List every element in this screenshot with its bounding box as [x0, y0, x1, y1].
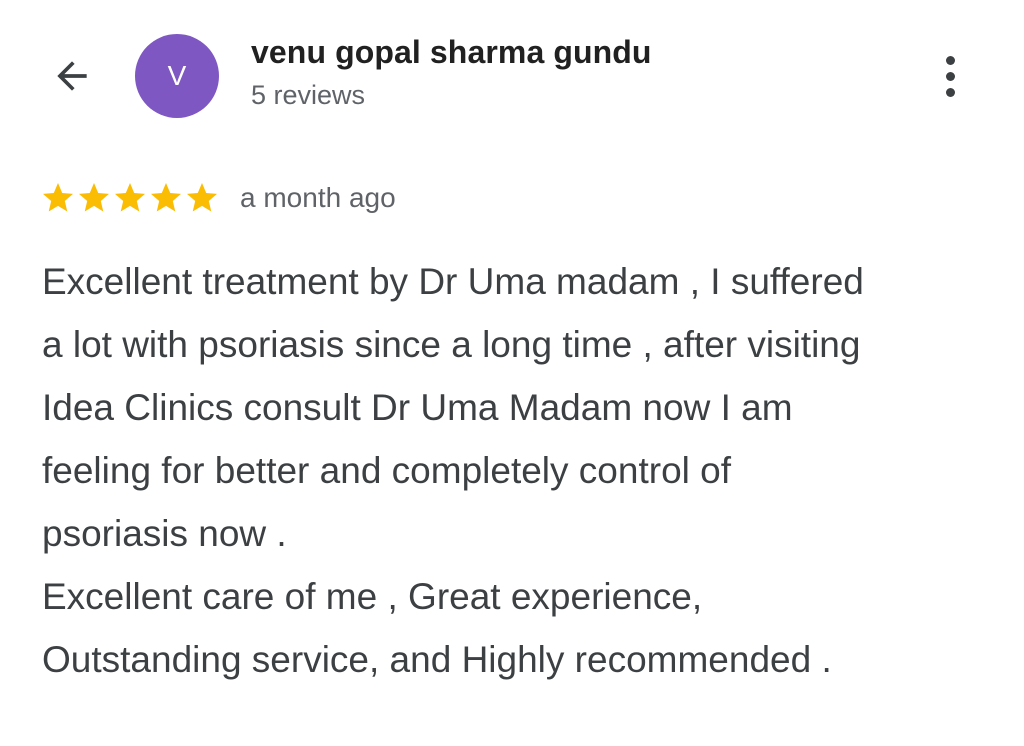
review-text-line: a lot with psoriasis since a long time ,…: [42, 324, 861, 365]
review-header: V venu gopal sharma gundu 5 reviews: [0, 0, 1024, 150]
rating-row: a month ago: [40, 178, 396, 218]
arrow-back-icon: [57, 61, 87, 91]
review-text-line: feeling for better and completely contro…: [42, 450, 731, 491]
review-count: 5 reviews: [251, 80, 366, 110]
review-text-line: psoriasis now .: [42, 513, 287, 554]
review-text: Excellent treatment by Dr Uma madam , I …: [42, 250, 1002, 691]
more-options-button[interactable]: [930, 50, 970, 102]
star-icon: [115, 183, 145, 212]
star-rating: [40, 180, 220, 216]
back-button[interactable]: [44, 50, 100, 102]
more-vert-icon-dot: [945, 87, 955, 97]
reviewer-name[interactable]: venu gopal sharma gundu: [251, 34, 652, 71]
star-icon: [43, 183, 73, 212]
star-icon: [79, 183, 109, 212]
avatar[interactable]: V: [135, 34, 219, 118]
star-icon: [151, 183, 181, 212]
review-timestamp: a month ago: [240, 182, 396, 213]
more-vert-icon: [945, 55, 955, 65]
star-icon: [187, 183, 217, 212]
review-text-line: Outstanding service, and Highly recommen…: [42, 639, 832, 680]
review-text-line: Excellent treatment by Dr Uma madam , I …: [42, 261, 864, 302]
avatar-letter: V: [167, 60, 187, 91]
review-detail-screen: V venu gopal sharma gundu 5 reviews a mo…: [0, 0, 1024, 746]
review-text-line: Excellent care of me , Great experience,: [42, 576, 703, 617]
review-text-line: Idea Clinics consult Dr Uma Madam now I …: [42, 387, 793, 428]
more-vert-icon-dot: [945, 71, 955, 81]
